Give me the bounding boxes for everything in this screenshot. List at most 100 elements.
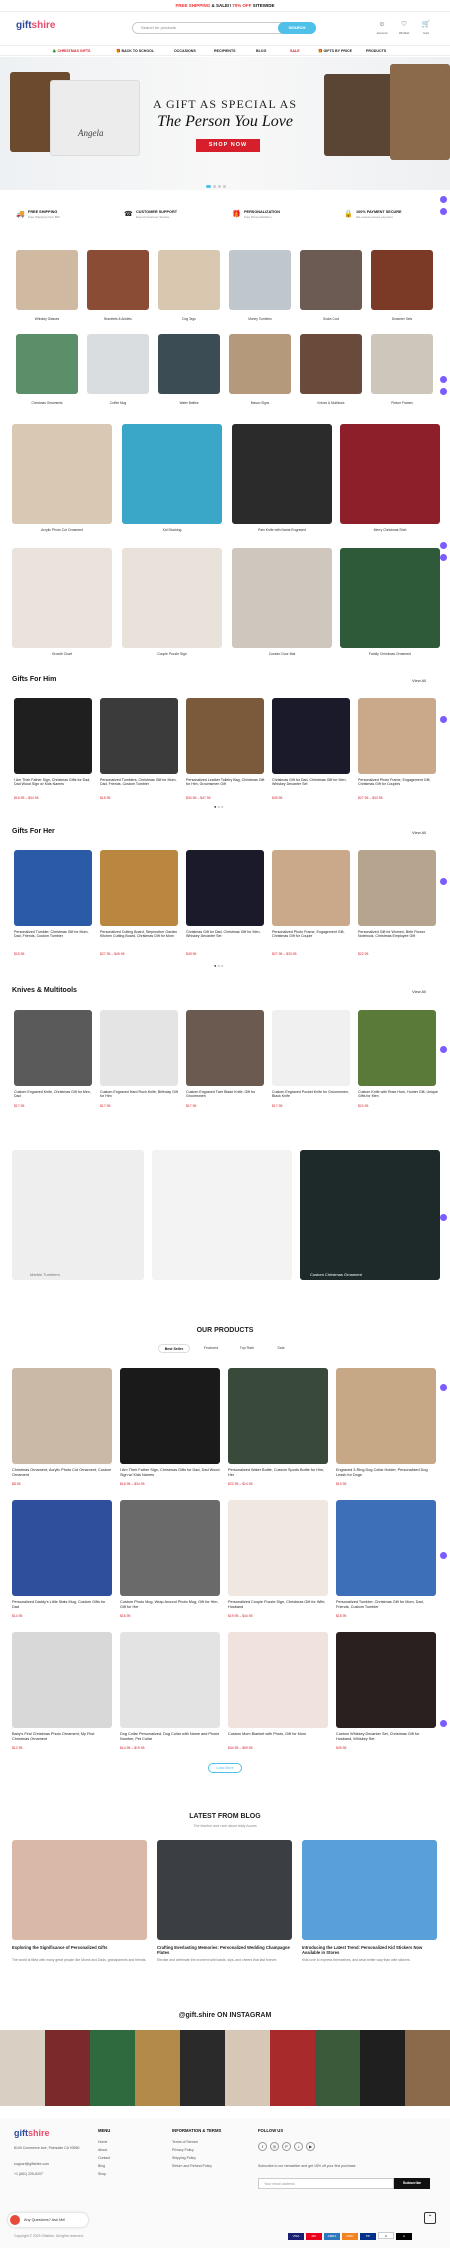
- big-category-label[interactable]: Custom Door Mat: [232, 652, 332, 656]
- instagram-icon[interactable]: ◎: [270, 2142, 279, 2151]
- category-label[interactable]: Picture Frames: [371, 401, 433, 405]
- nav-recipients[interactable]: RECIPIENTS: [214, 49, 236, 53]
- big-category-label[interactable]: Family Christmas Ornament: [340, 652, 440, 656]
- product-name[interactable]: Custom Photo Mug, Wrap Around Photo Mug,…: [120, 1600, 220, 1609]
- product-image[interactable]: [100, 850, 178, 926]
- instagram-image[interactable]: [225, 2030, 270, 2106]
- product-image[interactable]: [272, 1010, 350, 1086]
- big-category-label[interactable]: Acrylic Photo Cut Ornament: [12, 528, 112, 532]
- scroll-top-button[interactable]: ⌃: [424, 2212, 436, 2224]
- footer-email[interactable]: support@giftshire.com: [14, 2162, 49, 2166]
- view-all-link[interactable]: View All: [412, 678, 426, 683]
- float-side-button[interactable]: [440, 1552, 447, 1559]
- footer-menu-item[interactable]: Shop: [98, 2172, 106, 2176]
- instagram-image[interactable]: [90, 2030, 135, 2106]
- product-image[interactable]: [100, 1010, 178, 1086]
- tiktok-icon[interactable]: ♪: [294, 2142, 303, 2151]
- category-image[interactable]: [158, 334, 220, 394]
- big-category-label[interactable]: Growth Chart: [12, 652, 112, 656]
- product-name[interactable]: Custom Whiskey Decanter Set, Christmas G…: [336, 1732, 436, 1741]
- product-image[interactable]: [272, 850, 350, 926]
- product-image[interactable]: [358, 850, 436, 926]
- product-image[interactable]: [358, 698, 436, 774]
- tab-featured[interactable]: Featured: [196, 1344, 226, 1353]
- facebook-icon[interactable]: f: [258, 2142, 267, 2151]
- load-more-button[interactable]: Load More: [208, 1763, 242, 1773]
- big-category-label[interactable]: Merry Christmas Shirt: [340, 528, 440, 532]
- float-side-button[interactable]: [440, 542, 447, 549]
- logo[interactable]: giftshire: [16, 20, 55, 31]
- product-name[interactable]: Personalized Photo Frame, Engagement Gif…: [358, 778, 438, 787]
- big-category-label[interactable]: Pain Knife with Name Engraved: [232, 528, 332, 532]
- category-image[interactable]: [16, 334, 78, 394]
- blog-image[interactable]: [12, 1840, 147, 1940]
- big-category-label[interactable]: Kid Stocking: [122, 528, 222, 532]
- user-icon[interactable]: ☺: [376, 20, 388, 30]
- big-category-label[interactable]: Couple Puzzle Sign: [122, 652, 222, 656]
- search-button[interactable]: SEARCH: [278, 22, 316, 34]
- nav-christmas[interactable]: 🎄 CHRISTMAS GIFTS: [52, 49, 90, 53]
- youtube-icon[interactable]: ▶: [306, 2142, 315, 2151]
- product-name[interactable]: Baby's First Christmas Photo Ornament, M…: [12, 1732, 112, 1741]
- promo-tile-ornament[interactable]: [300, 1150, 440, 1280]
- chat-widget[interactable]: Any Questions? Ask Me!: [8, 2213, 88, 2227]
- float-side-button[interactable]: [440, 196, 447, 203]
- category-label[interactable]: Coffee Mug: [87, 401, 149, 405]
- product-image[interactable]: [336, 1368, 436, 1464]
- footer-menu-item[interactable]: Blog: [98, 2164, 105, 2168]
- product-image[interactable]: [228, 1500, 328, 1596]
- product-name[interactable]: Custom Engraved Pocket Knife for Groomsm…: [272, 1090, 352, 1099]
- big-category-image[interactable]: [12, 548, 112, 648]
- carousel-dots[interactable]: ● ○ ○: [214, 804, 223, 809]
- category-image[interactable]: [371, 334, 433, 394]
- category-image[interactable]: [158, 250, 220, 310]
- pinterest-icon[interactable]: P: [282, 2142, 291, 2151]
- category-label[interactable]: Knives & Multitools: [300, 401, 362, 405]
- instagram-image[interactable]: [270, 2030, 315, 2106]
- product-image[interactable]: [14, 850, 92, 926]
- product-name[interactable]: Personalized Photo Frame, Engagement Gif…: [272, 930, 352, 939]
- product-name[interactable]: Custom Knife with Rose Horn, Hunter Gift…: [358, 1090, 438, 1099]
- nav-occasions[interactable]: OCCASIONS: [174, 49, 196, 53]
- category-image[interactable]: [300, 334, 362, 394]
- category-label[interactable]: Dog Tags: [158, 317, 220, 321]
- product-image[interactable]: [336, 1500, 436, 1596]
- nav-sale[interactable]: SALE: [290, 49, 300, 53]
- float-side-button[interactable]: [440, 1384, 447, 1391]
- nav-back-to-school[interactable]: 🎁 BACK TO SCHOOL: [116, 49, 154, 53]
- category-image[interactable]: [300, 250, 362, 310]
- instagram-image[interactable]: [315, 2030, 360, 2106]
- float-side-button[interactable]: [440, 878, 447, 885]
- product-name[interactable]: Christmas Ornament, Acrylic Photo Cut Or…: [12, 1468, 112, 1477]
- big-category-image[interactable]: [12, 424, 112, 524]
- product-image[interactable]: [14, 698, 92, 774]
- product-name[interactable]: Personalized Tumblers, Christmas Gift fo…: [100, 778, 180, 787]
- product-name[interactable]: Personalized Gift for Women, Birth Flowe…: [358, 930, 438, 939]
- footer-menu-item[interactable]: Home: [98, 2140, 107, 2144]
- product-name[interactable]: Christmas Gift for Dad, Christmas Gift f…: [186, 930, 266, 939]
- big-category-image[interactable]: [340, 548, 440, 648]
- category-image[interactable]: [87, 250, 149, 310]
- hero-dots[interactable]: [206, 184, 246, 188]
- float-side-button[interactable]: [440, 554, 447, 561]
- instagram-image[interactable]: [180, 2030, 225, 2106]
- big-category-image[interactable]: [340, 424, 440, 524]
- category-label[interactable]: Mason Signs: [229, 401, 291, 405]
- blog-image[interactable]: [302, 1840, 437, 1940]
- product-name[interactable]: Custom Engraved Twin Blade Knife, Gift f…: [186, 1090, 266, 1099]
- view-all-link[interactable]: View All: [412, 830, 426, 835]
- product-image[interactable]: [186, 850, 264, 926]
- category-image[interactable]: [371, 250, 433, 310]
- category-label[interactable]: Bracelets & Anklets: [87, 317, 149, 321]
- product-name[interactable]: I Am Their Father Sign, Christmas Gifts …: [14, 778, 94, 787]
- product-name[interactable]: Dog Collar Personalized, Dog Collar with…: [120, 1732, 220, 1741]
- product-image[interactable]: [12, 1632, 112, 1728]
- product-image[interactable]: [120, 1368, 220, 1464]
- nav-blog[interactable]: BLOG: [256, 49, 266, 53]
- newsletter-email-input[interactable]: Your email address: [258, 2178, 394, 2189]
- product-image[interactable]: [14, 1010, 92, 1086]
- big-category-image[interactable]: [232, 548, 332, 648]
- blog-post-title[interactable]: Exploring the Significance of Personaliz…: [12, 1945, 147, 1950]
- product-image[interactable]: [186, 698, 264, 774]
- product-name[interactable]: Personalized Tumbler, Christmas Gift for…: [14, 930, 94, 939]
